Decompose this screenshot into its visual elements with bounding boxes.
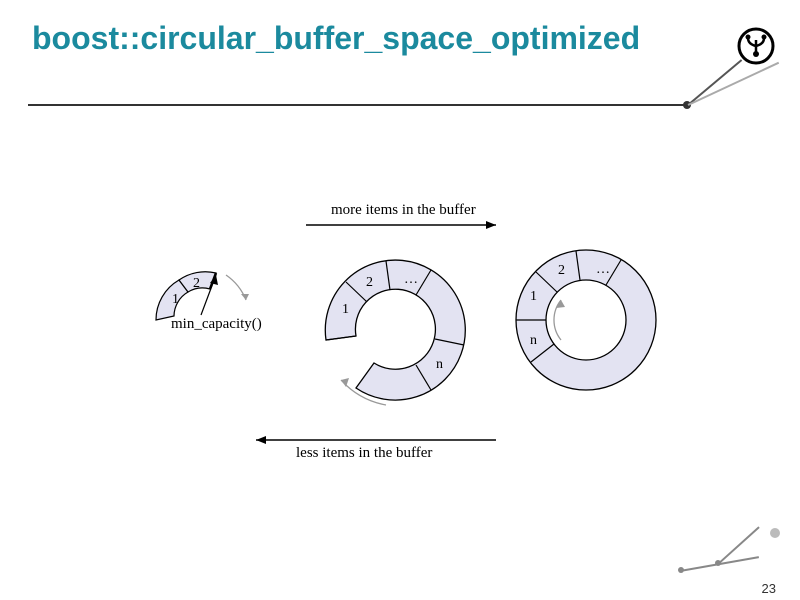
title-divider bbox=[28, 104, 688, 106]
svg-text:2: 2 bbox=[366, 275, 373, 290]
top-arrow-more bbox=[306, 221, 496, 229]
left-ring: 1 2 bbox=[156, 272, 249, 320]
less-items-label: less items in the buffer bbox=[296, 445, 432, 462]
svg-text:2: 2 bbox=[193, 276, 200, 291]
min-capacity-label: min_capacity() bbox=[171, 316, 262, 333]
svg-text:1: 1 bbox=[530, 289, 537, 304]
svg-text:n: n bbox=[436, 357, 443, 372]
branch-logo-icon bbox=[736, 26, 776, 71]
svg-text:1: 1 bbox=[342, 302, 349, 317]
svg-text:1: 1 bbox=[172, 292, 179, 307]
right-ring: 1 2 … n bbox=[516, 250, 656, 390]
bottom-arrow-less bbox=[256, 436, 496, 444]
middle-ring: 1 2 … n bbox=[325, 260, 465, 405]
svg-text:…: … bbox=[596, 262, 610, 277]
circular-buffer-diagram: 1 2 1 2 … n bbox=[146, 200, 684, 470]
page-number: 23 bbox=[762, 582, 776, 596]
footer-deco-dot-b bbox=[715, 560, 721, 566]
page-title: boost::circular_buffer_space_optimized bbox=[32, 20, 672, 57]
svg-text:2: 2 bbox=[558, 263, 565, 278]
footer-deco-dot-c bbox=[770, 528, 780, 538]
footer-deco-dot-a bbox=[678, 567, 684, 573]
svg-text:…: … bbox=[404, 272, 418, 287]
svg-text:n: n bbox=[530, 333, 537, 348]
more-items-label: more items in the buffer bbox=[331, 202, 476, 219]
